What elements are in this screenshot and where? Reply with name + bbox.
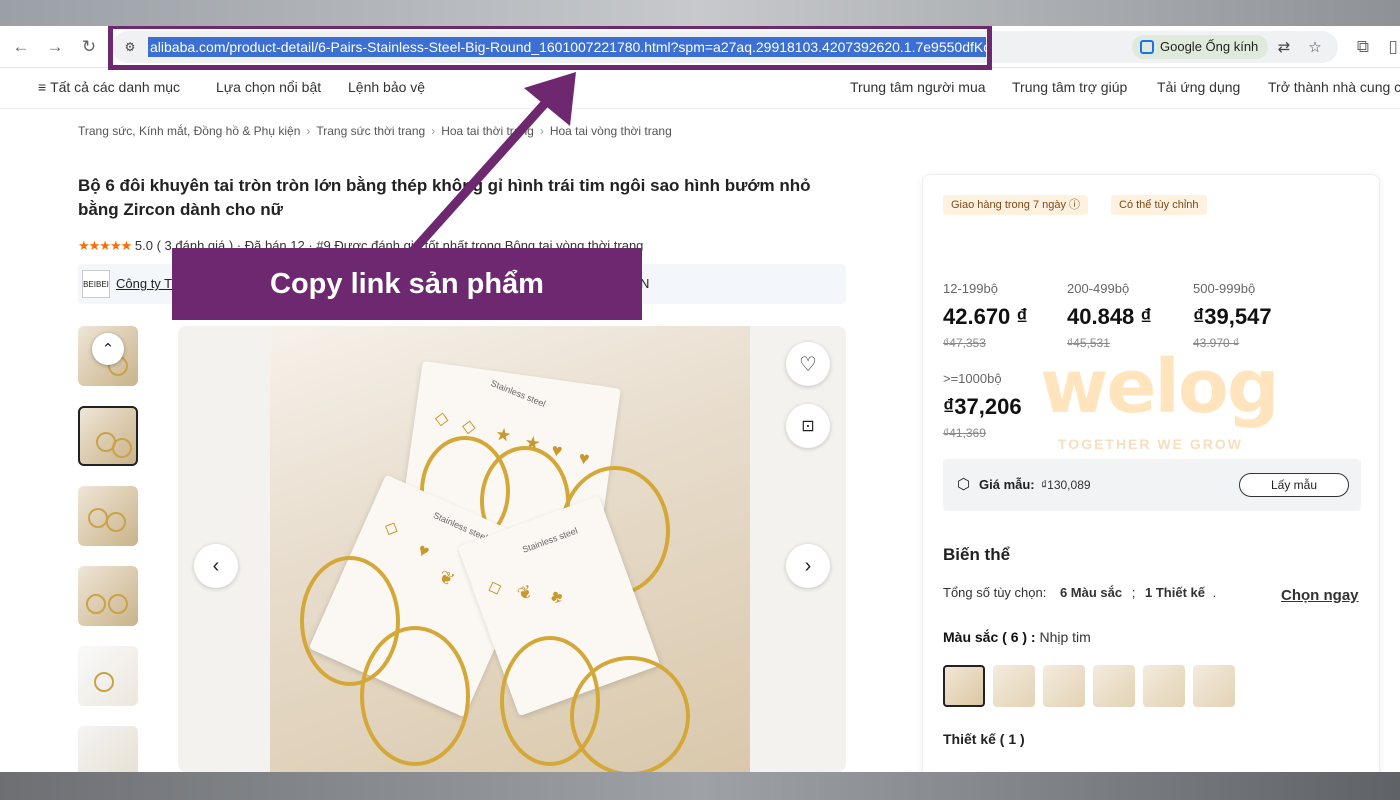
- sidebar-icon[interactable]: ▯: [1380, 34, 1400, 60]
- variants-heading: Biến thể: [943, 545, 1011, 564]
- options-designs: 1 Thiết kế: [1145, 585, 1205, 600]
- main-product-image[interactable]: Stainless steel ◇ ◇ ★ ★ ♥ ♥ Stainless st…: [178, 326, 846, 772]
- all-categories-link[interactable]: ≡ Tất cả các danh mục: [38, 79, 180, 95]
- options-summary: Tổng số tùy chọn: 6 Màu sắc ; 1 Thiết kế…: [943, 585, 1216, 600]
- sample-label: Giá mẫu:: [979, 477, 1035, 492]
- color-swatch-selected[interactable]: [943, 665, 985, 707]
- supplier-name[interactable]: Công ty T: [116, 276, 172, 291]
- breadcrumb-item[interactable]: Hoa tai thời trang: [441, 124, 534, 138]
- options-separator: ;: [1131, 585, 1136, 600]
- heart-icon[interactable]: ♡: [786, 342, 830, 386]
- tier-range: 500-999bộ: [1193, 281, 1256, 296]
- thumbnail[interactable]: [78, 726, 138, 772]
- purchase-panel: Giao hàng trong 7 ngày ⓘ Có thể tùy chỉn…: [922, 174, 1380, 772]
- product-photo: Stainless steel ◇ ◇ ★ ★ ♥ ♥ Stainless st…: [270, 326, 750, 772]
- thumbnail[interactable]: [78, 486, 138, 546]
- site-top-nav: ≡ Tất cả các danh mục Lựa chọn nổi bật L…: [0, 69, 1400, 109]
- url-highlight-box: [108, 26, 992, 70]
- tier-price: 42.670 ₫: [943, 304, 1028, 329]
- tier-price: ₫37,206: [943, 394, 1022, 419]
- tier-old-price: ₫47,353: [943, 336, 986, 350]
- color-swatch[interactable]: [1093, 665, 1135, 707]
- color-swatch[interactable]: [1143, 665, 1185, 707]
- choose-now-link[interactable]: Chọn ngay: [1281, 587, 1359, 604]
- product-title: Bộ 6 đôi khuyên tai tròn tròn lớn bằng t…: [78, 176, 811, 219]
- options-colors: 6 Màu sắc: [1059, 585, 1123, 600]
- chevron-right-icon[interactable]: ›: [786, 544, 830, 588]
- get-sample-button[interactable]: Lấy mẫu: [1239, 473, 1349, 497]
- box-icon: ⬡: [957, 476, 971, 493]
- delivery-badge: Giao hàng trong 7 ngày ⓘ: [943, 195, 1089, 215]
- watermark-word: welog: [1040, 344, 1280, 430]
- image-search-icon[interactable]: ⊡: [786, 404, 830, 448]
- color-swatch[interactable]: [1193, 665, 1235, 707]
- lens-label: Google Ống kính: [1160, 39, 1259, 54]
- rating-stars: ★★★★★: [78, 238, 132, 253]
- chevron-left-icon[interactable]: ‹: [194, 544, 238, 588]
- price-tier: 500-999bộ ₫39,547 43.970 ₫: [1193, 281, 1272, 350]
- price-tier: >=1000bộ ₫37,206 ₫41,369: [943, 371, 1022, 440]
- google-lens-chip[interactable]: Google Ống kính: [1132, 35, 1269, 59]
- watermark-tagline: TOGETHER WE GROW: [1058, 436, 1243, 452]
- color-heading-label: Màu sắc ( 6 ) :: [943, 629, 1036, 645]
- lens-icon: [1140, 40, 1154, 54]
- tier-old-price: ₫41,369: [943, 426, 986, 440]
- download-app-link[interactable]: Tải ứng dụng: [1157, 79, 1240, 95]
- color-swatch[interactable]: [993, 665, 1035, 707]
- thumbnail[interactable]: [78, 566, 138, 626]
- screen-frame-top: [0, 0, 1400, 26]
- chevron-up-icon[interactable]: ⌃: [92, 333, 124, 365]
- extensions-icon[interactable]: ⧉: [1350, 34, 1376, 60]
- browser-window: ← → ↻ ⚙ alibaba.com/product-detail/6-Pai…: [0, 26, 1400, 772]
- options-end: .: [1212, 585, 1217, 600]
- welog-watermark: welog TOGETHER WE GROW: [1040, 344, 1340, 454]
- color-swatch[interactable]: [1043, 665, 1085, 707]
- sample-price-box: ⬡ Giá mẫu: ₫130,089 Lấy mẫu: [943, 459, 1361, 511]
- arrow-left-icon[interactable]: ←: [8, 34, 34, 60]
- customizable-badge: Có thể tùy chỉnh: [1111, 195, 1207, 215]
- tier-range: 200-499bộ: [1067, 281, 1130, 296]
- star-bookmark-icon[interactable]: ☆: [1305, 37, 1325, 57]
- featured-link[interactable]: Lựa chọn nổi bật: [216, 79, 321, 95]
- tier-range: >=1000bộ: [943, 371, 1002, 386]
- buyer-center-link[interactable]: Trung tâm người mua: [850, 79, 986, 95]
- price-tier: 12-199bộ 42.670 ₫ ₫47,353: [943, 281, 1028, 350]
- help-center-link[interactable]: Trung tâm trợ giúp: [1012, 79, 1127, 95]
- all-categories-label: Tất cả các danh mục: [50, 79, 181, 95]
- design-heading: Thiết kế ( 1 ): [943, 731, 1025, 747]
- arrow-right-icon[interactable]: →: [42, 34, 68, 60]
- tier-price: 40.848 ₫: [1067, 304, 1152, 329]
- options-label: Tổng số tùy chọn:: [943, 585, 1047, 600]
- breadcrumb: Trang sức, Kính mắt, Đồng hồ & Phụ kiện ›…: [78, 124, 672, 138]
- thumbnail[interactable]: [78, 646, 138, 706]
- color-selected: Nhịp tim: [1039, 629, 1091, 645]
- become-supplier-link[interactable]: Trở thành nhà cung c: [1268, 79, 1400, 95]
- copy-link-callout: Copy link sản phẩm: [172, 248, 642, 320]
- tier-range: 12-199bộ: [943, 281, 998, 296]
- supplier-logo: BEIBEI: [82, 270, 110, 298]
- breadcrumb-item[interactable]: Trang sức thời trang: [316, 124, 425, 138]
- protection-link[interactable]: Lệnh bảo vệ: [348, 79, 425, 95]
- screen-frame-bottom: [0, 772, 1400, 800]
- breadcrumb-item[interactable]: Trang sức, Kính mắt, Đồng hồ & Phụ kiện: [78, 124, 300, 138]
- price-tier: 200-499bộ 40.848 ₫ ₫45,531: [1067, 281, 1152, 350]
- translate-icon[interactable]: ⇄: [1274, 37, 1294, 57]
- browser-toolbar: ← → ↻ ⚙ alibaba.com/product-detail/6-Pai…: [0, 26, 1400, 70]
- sample-value: ₫130,089: [1041, 478, 1091, 492]
- reload-icon[interactable]: ↻: [76, 34, 102, 60]
- breadcrumb-item[interactable]: Hoa tai vòng thời trang: [550, 124, 672, 138]
- thumbnail-selected[interactable]: [78, 406, 138, 466]
- color-heading: Màu sắc ( 6 ) : Nhịp tim: [943, 629, 1091, 645]
- tier-price: ₫39,547: [1193, 304, 1272, 329]
